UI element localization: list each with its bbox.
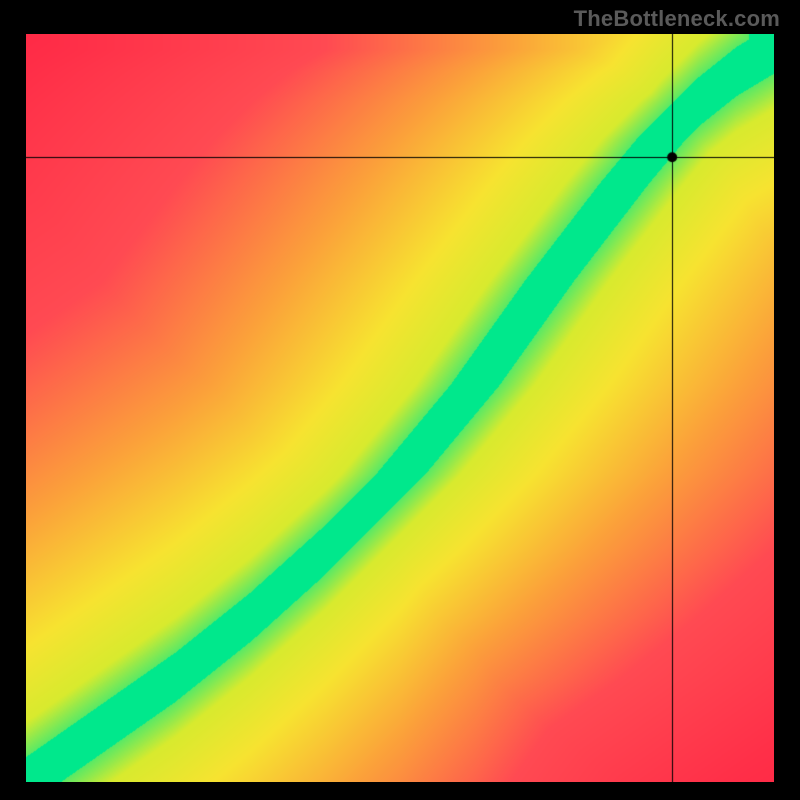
- chart-frame: TheBottleneck.com: [0, 0, 800, 800]
- bottleneck-heatmap: [26, 34, 774, 782]
- watermark-text: TheBottleneck.com: [574, 6, 780, 32]
